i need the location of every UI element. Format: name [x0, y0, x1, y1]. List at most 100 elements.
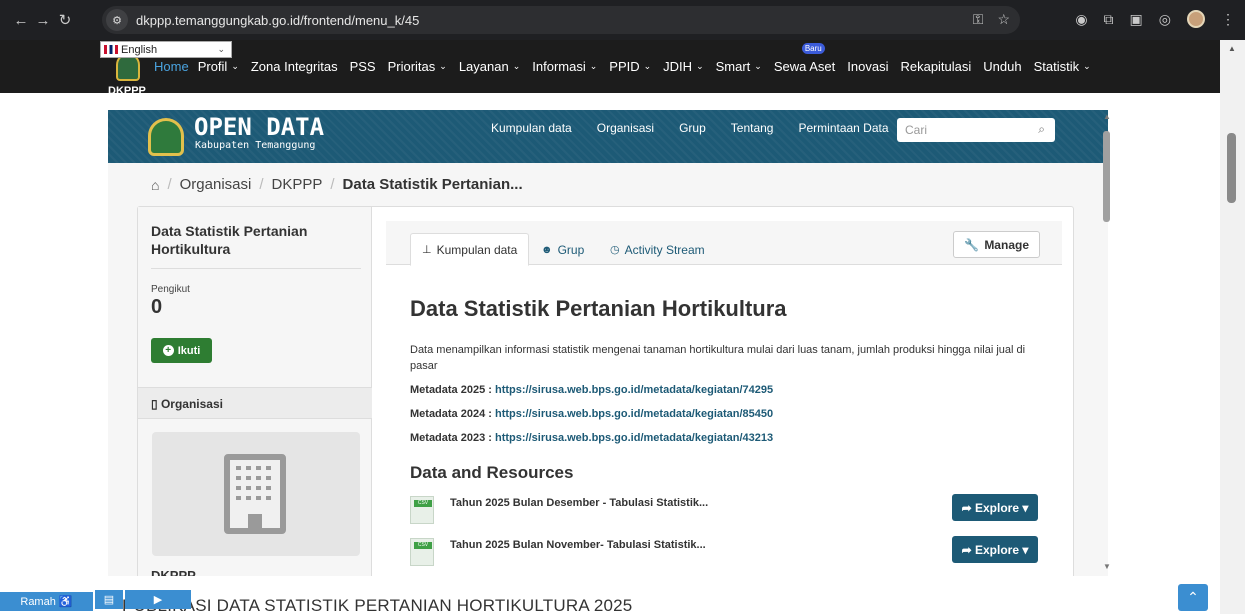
menu-label: Layanan — [458, 59, 509, 74]
opendata-subtitle: Kabupaten Temanggung — [195, 140, 316, 151]
search-placeholder: Cari — [905, 123, 928, 137]
resource-name[interactable]: Tahun 2025 Bulan November- Tabulasi Stat… — [450, 539, 706, 551]
chevron-down-icon: ⌄ — [512, 61, 521, 71]
menu-statistik[interactable]: Statistik ⌄ — [1034, 59, 1091, 74]
frame-scrollbar-thumb[interactable] — [1103, 131, 1110, 222]
explore-button[interactable]: ➦ Explore ▾ — [952, 536, 1038, 563]
metadata-label: Metadata 2025 : — [410, 384, 492, 396]
tab-label: Activity Stream — [624, 242, 705, 257]
menu-sewa-aset[interactable]: Sewa Aset Baru — [773, 43, 836, 74]
nav-permintaan-data[interactable]: Permintaan Data — [798, 121, 888, 135]
play-audio-button[interactable]: ▶ — [125, 590, 191, 609]
site-settings-icon[interactable]: ⚙ — [106, 9, 128, 31]
nav-organisasi[interactable]: Organisasi — [597, 121, 654, 135]
camera-extension-icon[interactable]: ◉ — [1075, 11, 1087, 28]
menu-label: Sewa Aset — [773, 59, 836, 74]
profile-avatar[interactable] — [1187, 10, 1205, 28]
temanggung-emblem[interactable] — [148, 118, 184, 156]
tab-label: Grup — [557, 242, 585, 257]
metadata-link[interactable]: https://sirusa.web.bps.go.id/metadata/ke… — [495, 432, 773, 444]
organization-image[interactable] — [152, 432, 360, 556]
opendata-frame: OPEN DATA Kabupaten Temanggung Kumpulan … — [108, 110, 1108, 576]
resource-item: CSV Tahun 2025 Bulan Desember - Tabulasi… — [410, 494, 1040, 524]
menu-pss[interactable]: PSS — [350, 59, 376, 74]
followers-count: 0 — [151, 296, 163, 318]
address-bar[interactable]: ⚙ dkppp.temanggungkab.go.id/frontend/men… — [102, 6, 1020, 34]
metadata-link[interactable]: https://sirusa.web.bps.go.id/metadata/ke… — [495, 408, 773, 420]
nav-tentang[interactable]: Tentang — [731, 121, 774, 135]
scroll-to-top-button[interactable]: ⌃ — [1178, 584, 1208, 611]
menu-zona-integritas[interactable]: Zona Integritas — [251, 59, 338, 74]
text-reader-button[interactable]: ▤ — [95, 590, 123, 609]
accessibility-icon: ♿ — [55, 596, 73, 608]
tab-bar: ⊥ Kumpulan data ☻ Grup ◷ Activity Stream… — [386, 221, 1062, 266]
nav-grup[interactable]: Grup — [679, 121, 706, 135]
breadcrumb-dkppp[interactable]: DKPPP — [272, 176, 323, 193]
menu-smart[interactable]: Smart ⌄ — [716, 59, 762, 74]
content-wrapper: Data Statistik Pertanian Hortikultura Pe… — [137, 206, 1074, 576]
users-icon: ☻ — [541, 243, 553, 256]
menu-label: PPID — [609, 59, 640, 74]
menu-label: Profil — [197, 59, 228, 74]
frame-scrollbar[interactable]: ▲ ▼ — [1099, 110, 1114, 576]
menu-label: Statistik — [1033, 59, 1080, 74]
menu-label: Informasi — [532, 59, 586, 74]
reading-mode-icon[interactable]: ▣ — [1130, 11, 1143, 28]
wrench-icon: 🔧 — [964, 237, 980, 252]
dataset-description: Data menampilkan informasi statistik men… — [410, 344, 1026, 372]
reload-icon[interactable]: ↻ — [54, 11, 76, 29]
breadcrumb-current[interactable]: Data Statistik Pertanian... — [343, 176, 523, 193]
menu-jdih[interactable]: JDIH ⌄ — [663, 59, 703, 74]
resource-name[interactable]: Tahun 2025 Bulan Desember - Tabulasi Sta… — [450, 497, 708, 509]
manage-button[interactable]: 🔧 Manage — [953, 231, 1040, 258]
menu-profil[interactable]: Profil ⌄ — [198, 59, 239, 74]
menu-prioritas[interactable]: Prioritas ⌄ — [388, 59, 447, 74]
spiral-icon[interactable]: ◎ — [1159, 11, 1171, 28]
tab-grup[interactable]: ☻ Grup — [530, 233, 595, 266]
metadata-label: Metadata 2024 : — [410, 408, 492, 420]
browser-menu-icon[interactable]: ⋮ — [1221, 11, 1235, 28]
chevron-down-icon: ⌄ — [643, 61, 652, 71]
search-icon[interactable]: ⌕ — [1038, 122, 1045, 137]
organization-name[interactable]: DKPPP — [151, 568, 196, 576]
metadata-label: Metadata 2023 : — [410, 432, 492, 444]
metadata-link[interactable]: https://sirusa.web.bps.go.id/metadata/ke… — [495, 384, 773, 396]
menu-home[interactable]: Home — [154, 59, 189, 74]
explore-button[interactable]: ➦ Explore ▾ — [952, 494, 1038, 521]
page-scrollbar[interactable]: ▲ — [1220, 40, 1245, 614]
scroll-up-icon[interactable]: ▲ — [1103, 112, 1111, 121]
menu-informasi[interactable]: Informasi ⌄ — [532, 59, 597, 74]
language-select[interactable]: English ⌄ — [100, 41, 232, 58]
bookmark-star-icon[interactable]: ☆ — [997, 11, 1010, 28]
menu-ppid[interactable]: PPID ⌄ — [609, 59, 651, 74]
followers-label: Pengikut — [151, 284, 190, 295]
opendata-nav: Kumpulan data Organisasi Grup Tentang Pe… — [491, 121, 914, 135]
clock-icon: ◷ — [610, 244, 620, 256]
menu-inovasi[interactable]: Inovasi — [847, 59, 888, 74]
dkppp-logo-text: DKPPP — [108, 85, 146, 93]
forward-icon[interactable]: → — [32, 12, 54, 29]
menu-layanan[interactable]: Layanan ⌄ — [459, 59, 520, 74]
menu-unduh[interactable]: Unduh — [983, 59, 1021, 74]
nav-kumpulan-data[interactable]: Kumpulan data — [491, 121, 572, 135]
divider — [151, 268, 361, 269]
breadcrumb-organisasi[interactable]: Organisasi — [180, 176, 252, 193]
page-scrollbar-thumb[interactable] — [1227, 133, 1236, 203]
scroll-up-icon[interactable]: ▲ — [1228, 44, 1236, 53]
ramah-label: Ramah — [20, 595, 56, 608]
home-icon[interactable]: ⌂ — [151, 177, 159, 193]
menu-rekapitulasi[interactable]: Rekapitulasi — [900, 59, 971, 74]
ramah-accessibility-button[interactable]: Ramah ♿ — [0, 592, 93, 611]
password-key-icon[interactable]: ⚿ — [973, 11, 984, 28]
search-input[interactable]: Cari ⌕ — [897, 118, 1055, 142]
tab-activity-stream[interactable]: ◷ Activity Stream — [599, 233, 716, 266]
back-icon[interactable]: ← — [10, 12, 32, 29]
opendata-title[interactable]: OPEN DATA — [194, 113, 324, 141]
chevron-down-icon: ⌄ — [589, 61, 598, 71]
follow-button[interactable]: + Ikuti — [151, 338, 212, 363]
tab-kumpulan-data[interactable]: ⊥ Kumpulan data — [410, 233, 530, 266]
dataset-main: ⊥ Kumpulan data ☻ Grup ◷ Activity Stream… — [372, 207, 1075, 576]
extensions-puzzle-icon[interactable]: ⧉ — [1104, 11, 1114, 28]
organisasi-text: Organisasi — [160, 397, 223, 411]
scroll-down-icon[interactable]: ▼ — [1103, 562, 1111, 571]
